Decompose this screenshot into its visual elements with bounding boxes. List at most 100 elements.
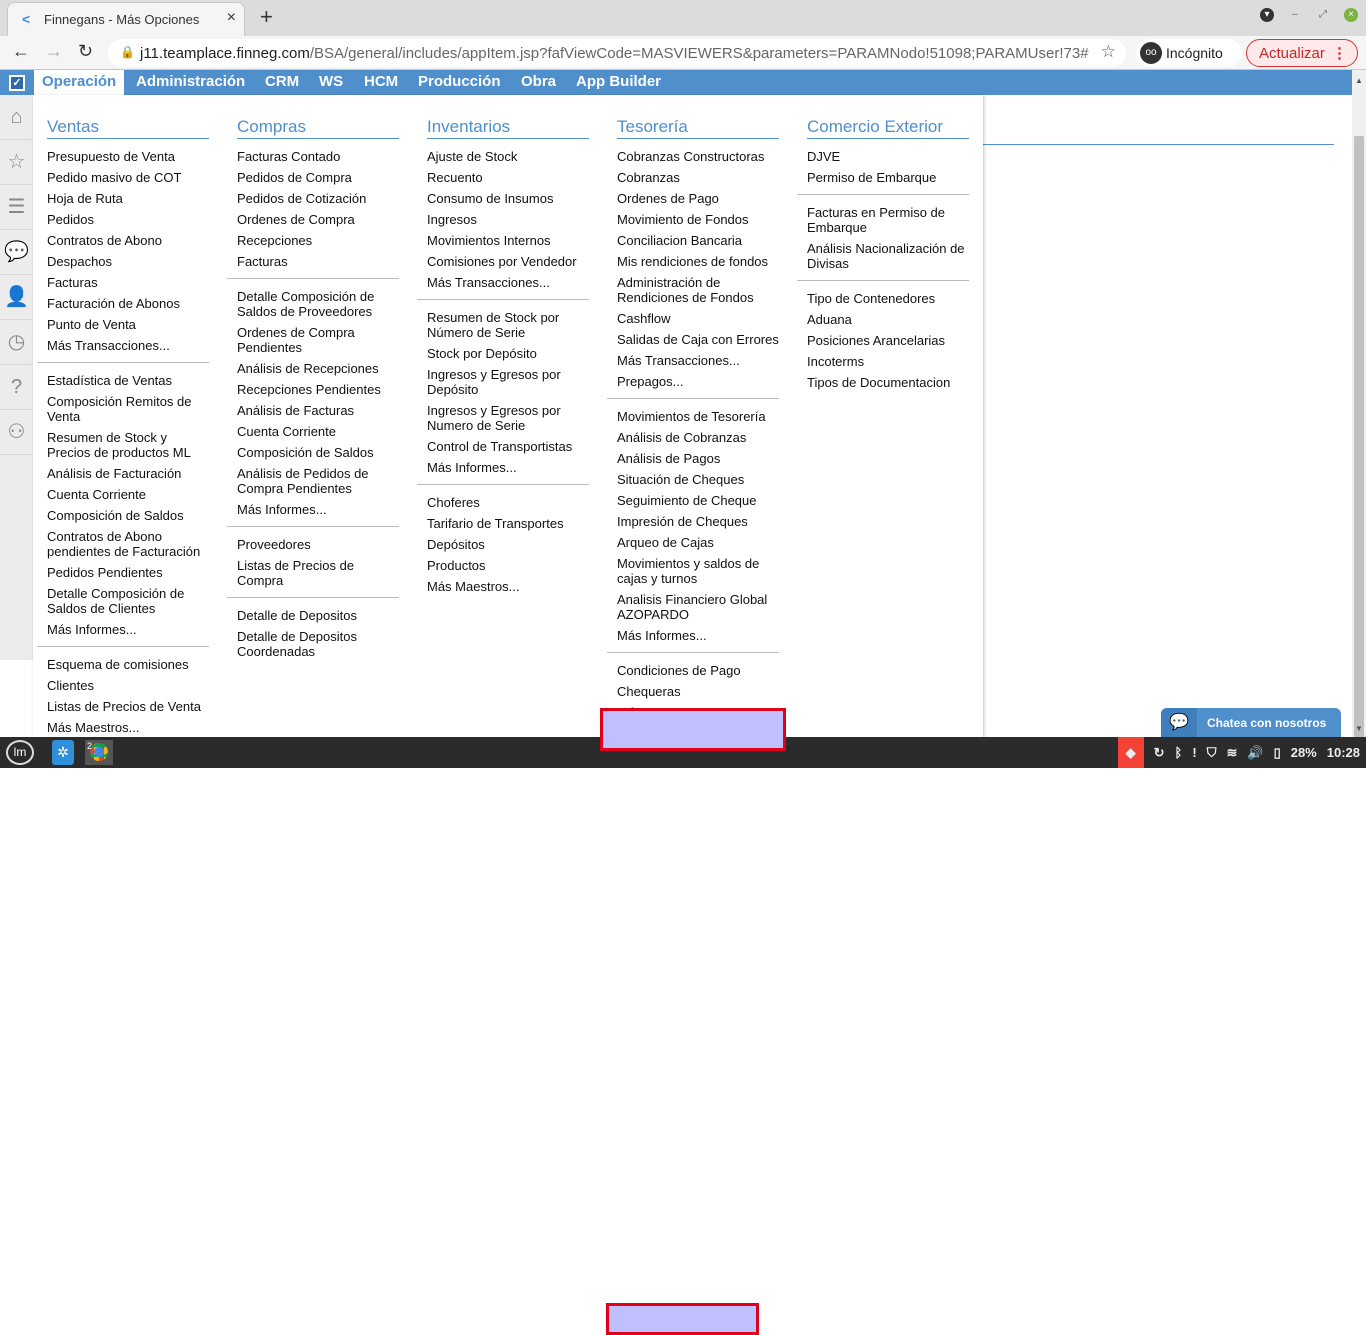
maximize-icon[interactable]: ⤢	[1316, 8, 1330, 22]
menu-item[interactable]: Ingresos y Egresos por Numero de Serie	[427, 400, 589, 436]
menu-item[interactable]: Impresión de Cheques	[617, 511, 779, 532]
minimize-icon[interactable]: –	[1288, 8, 1302, 22]
menu-item[interactable]: Tipos de Documentacion	[807, 372, 969, 393]
menu-item[interactable]: Prepagos...	[617, 371, 779, 392]
menu-item[interactable]: Facturas Contado	[237, 146, 399, 167]
menu-item[interactable]: Esquema de comisiones	[47, 654, 209, 675]
user-chat-icon[interactable]: ⚇	[0, 410, 33, 455]
menu-item[interactable]: Consumo de Insumos	[427, 188, 589, 209]
home-icon[interactable]: ⌂	[0, 95, 33, 140]
menu-crm[interactable]: CRM	[257, 70, 307, 95]
menu-item[interactable]: Resumen de Stock y Precios de productos …	[47, 427, 209, 463]
menu-item[interactable]: Movimientos Internos	[427, 230, 589, 251]
menu-item[interactable]: Recepciones	[237, 230, 399, 251]
menu-item[interactable]: DJVE	[807, 146, 969, 167]
address-bar[interactable]: 🔒 j11.teamplace.finneg.com/BSA/general/i…	[108, 39, 1126, 67]
menu-item[interactable]: Más Transacciones...	[427, 272, 589, 293]
menu-item[interactable]: Más Informes...	[427, 457, 589, 478]
menu-item[interactable]: Seguimiento de Cheque	[617, 490, 779, 511]
menu-item[interactable]: Ordenes de Pago	[617, 188, 779, 209]
menu-item[interactable]: Ajuste de Stock	[427, 146, 589, 167]
help-icon[interactable]: ?	[0, 365, 33, 410]
menu-item[interactable]: Facturación de Abonos	[47, 293, 209, 314]
menu-app-builder[interactable]: App Builder	[568, 70, 669, 95]
menu-item[interactable]: Administración de Rendiciones de Fondos	[617, 272, 779, 308]
menu-item[interactable]: Pedidos de Cotización	[237, 188, 399, 209]
menu-item[interactable]: Recuento	[427, 167, 589, 188]
menu-item[interactable]: Pedidos Pendientes	[47, 562, 209, 583]
app-launcher-icon[interactable]: ✲	[52, 740, 74, 765]
tab-search-icon[interactable]: ▾	[1260, 8, 1274, 22]
menu-item[interactable]: Presupuesto de Venta	[47, 146, 209, 167]
menu-item[interactable]: Análisis de Pedidos de Compra Pendientes	[237, 463, 399, 499]
menu-item[interactable]: Análisis de Pagos	[617, 448, 779, 469]
menu-item[interactable]: Pedido masivo de COT	[47, 167, 209, 188]
menu-item[interactable]: Análisis de Recepciones	[237, 358, 399, 379]
menu-item[interactable]: Cuenta Corriente	[47, 484, 209, 505]
new-tab-button[interactable]: +	[260, 4, 273, 30]
menu-item[interactable]: Composición de Saldos	[237, 442, 399, 463]
menu-item[interactable]: Productos	[427, 555, 589, 576]
column-heading-comercio-exterior[interactable]: Comercio Exterior	[807, 117, 969, 139]
menu-operacion[interactable]: Operación	[34, 70, 125, 95]
menu-item[interactable]: Facturas	[47, 272, 209, 293]
menu-item[interactable]: Stock por Depósito	[427, 343, 589, 364]
menu-item[interactable]: Movimientos y saldos de cajas y turnos	[617, 553, 779, 589]
menu-item[interactable]: Cashflow	[617, 308, 779, 329]
menu-item[interactable]: Pedidos de Compra	[237, 167, 399, 188]
menu-item[interactable]: Ordenes de Compra	[237, 209, 399, 230]
clock-icon[interactable]: ◷	[0, 320, 33, 365]
menu-item[interactable]: Clientes	[47, 675, 209, 696]
browser-tab[interactable]: < Finnegans - Más Opciones ×	[7, 2, 245, 36]
close-tab-icon[interactable]: ×	[227, 9, 236, 27]
reload-icon[interactable]: ↻	[78, 41, 93, 62]
menu-item[interactable]: Resumen de Stock por Número de Serie	[427, 307, 589, 343]
sync-icon[interactable]: ↻	[1154, 745, 1165, 761]
menu-item[interactable]: Detalle Composición de Saldos de Cliente…	[47, 583, 209, 619]
menu-item[interactable]: Más Maestros...	[427, 576, 589, 597]
menu-item[interactable]: Detalle de Depositos	[237, 605, 399, 626]
menu-item[interactable]: Punto de Venta	[47, 314, 209, 335]
menu-item[interactable]: Contratos de Abono pendientes de Factura…	[47, 526, 209, 562]
menu-item[interactable]: Cobranzas	[617, 167, 779, 188]
menu-item[interactable]: Comisiones por Vendedor	[427, 251, 589, 272]
battery-icon[interactable]: ▯	[1274, 745, 1281, 761]
menu-item[interactable]: Recepciones Pendientes	[237, 379, 399, 400]
scrollbar-thumb[interactable]	[1354, 136, 1364, 748]
menu-item[interactable]: Conciliacion Bancaria	[617, 230, 779, 251]
clock[interactable]: 10:28	[1327, 745, 1360, 760]
menu-item[interactable]: Hoja de Ruta	[47, 188, 209, 209]
menu-item[interactable]: Composición Remitos de Venta	[47, 391, 209, 427]
menu-item[interactable]: Aduana	[807, 309, 969, 330]
menu-obra[interactable]: Obra	[513, 70, 564, 95]
menu-item[interactable]: Situación de Cheques	[617, 469, 779, 490]
close-window-icon[interactable]: ×	[1344, 8, 1358, 22]
menu-item[interactable]: Analisis Financiero Global AZOPARDO	[617, 589, 779, 625]
menu-item[interactable]: Posiciones Arancelarias	[807, 330, 969, 351]
menu-item[interactable]: Ingresos	[427, 209, 589, 230]
column-heading-compras[interactable]: Compras	[237, 117, 399, 139]
scroll-up-icon[interactable]: ▲	[1355, 76, 1363, 85]
star-icon[interactable]: ☆	[0, 140, 33, 185]
menu-item[interactable]: Tarifario de Transportes	[427, 513, 589, 534]
column-heading-inventarios[interactable]: Inventarios	[427, 117, 589, 139]
menu-item[interactable]: Listas de Precios de Compra	[237, 555, 399, 591]
chat-bubble-icon[interactable]: 💬	[0, 230, 33, 275]
menu-item[interactable]: Análisis de Facturación	[47, 463, 209, 484]
menu-item[interactable]: Pedidos	[47, 209, 209, 230]
menu-item[interactable]: Análisis Nacionalización de Divisas	[807, 238, 969, 274]
menu-item[interactable]: Salidas de Caja con Errores	[617, 329, 779, 350]
menu-item[interactable]: Facturas en Permiso de Embarque	[807, 202, 969, 238]
anydesk-icon[interactable]: ◆	[1117, 737, 1144, 768]
menu-item[interactable]: Listas de Precios de Venta	[47, 696, 209, 717]
menu-item[interactable]: Más Informes...	[47, 619, 209, 640]
column-heading-ventas[interactable]: Ventas	[47, 117, 209, 139]
menu-item[interactable]: Depósitos	[427, 534, 589, 555]
menu-item[interactable]: Análisis de Facturas	[237, 400, 399, 421]
menu-item[interactable]: Arqueo de Cajas	[617, 532, 779, 553]
menu-item[interactable]: Mis rendiciones de fondos	[617, 251, 779, 272]
menu-item[interactable]: Facturas	[237, 251, 399, 272]
volume-icon[interactable]: 🔊	[1247, 745, 1263, 761]
clipboard-alert-icon[interactable]: !	[1192, 745, 1196, 760]
menu-ws[interactable]: WS	[311, 70, 351, 95]
